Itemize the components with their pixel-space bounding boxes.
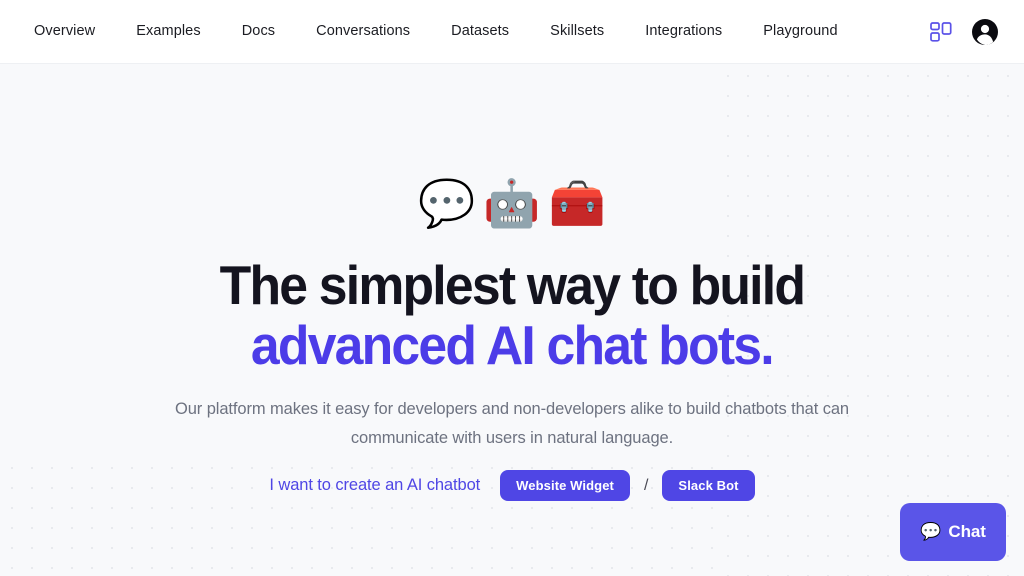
hero-cta-row: I want to create an AI chatbot Website W… — [269, 470, 755, 501]
robot-emoji: 🤖 — [483, 176, 541, 230]
chat-balloon-icon: 💬 — [920, 521, 942, 542]
cta-separator: / — [643, 476, 649, 494]
nav-item-examples[interactable]: Examples — [136, 24, 200, 39]
page-title: The simplest way to build advanced AI ch… — [219, 254, 806, 376]
account-button[interactable] — [972, 19, 998, 45]
nav-item-docs[interactable]: Docs — [242, 24, 275, 39]
toolbox-emoji: 🧰 — [548, 176, 606, 230]
page-root: Overview Examples Docs Conversations Dat… — [0, 0, 1024, 576]
nav-item-integrations[interactable]: Integrations — [645, 24, 722, 39]
slack-bot-button[interactable]: Slack Bot — [662, 470, 755, 501]
nav-item-conversations[interactable]: Conversations — [316, 24, 410, 39]
speech-balloon-emoji: 💬 — [418, 176, 476, 230]
account-avatar-icon — [972, 19, 998, 45]
dashboard-button[interactable] — [930, 22, 952, 42]
nav-item-skillsets[interactable]: Skillsets — [550, 24, 604, 39]
main-nav: Overview Examples Docs Conversations Dat… — [34, 24, 838, 39]
dashboard-grid-icon — [930, 22, 952, 42]
headline-line-1: The simplest way to build — [219, 254, 806, 316]
header-actions — [930, 0, 998, 64]
nav-item-playground[interactable]: Playground — [763, 24, 837, 39]
hero-subtitle: Our platform makes it easy for developer… — [175, 400, 849, 447]
nav-item-overview[interactable]: Overview — [34, 24, 95, 39]
headline-line-2: advanced AI chat bots. — [251, 314, 775, 376]
create-chatbot-link[interactable]: I want to create an AI chatbot — [269, 476, 480, 495]
website-widget-button[interactable]: Website Widget — [500, 470, 630, 501]
chat-widget-label: Chat — [948, 522, 986, 541]
nav-item-datasets[interactable]: Datasets — [451, 24, 509, 39]
hero-section: 💬 🤖 🧰 The simplest way to build advanced… — [0, 64, 1024, 576]
chat-widget-button[interactable]: 💬 Chat — [900, 503, 1006, 561]
top-navigation-bar: Overview Examples Docs Conversations Dat… — [0, 0, 1024, 64]
hero-emoji-row: 💬 🤖 🧰 — [418, 180, 606, 226]
